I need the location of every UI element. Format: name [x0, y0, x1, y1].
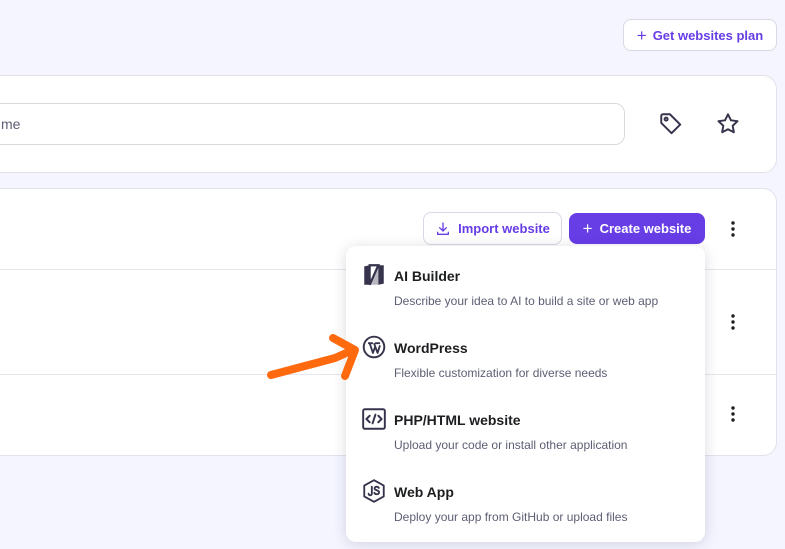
create-website-menu: AI Builder Describe your idea to AI to b… [346, 246, 705, 542]
more-options-icon[interactable] [723, 403, 743, 425]
plus-icon: + [582, 219, 593, 238]
download-icon [437, 221, 450, 235]
create-website-button[interactable]: + Create website [569, 213, 705, 244]
menu-item-ai-builder[interactable]: AI Builder Describe your idea to AI to b… [346, 262, 705, 334]
code-icon [362, 408, 386, 430]
get-websites-plan-button[interactable]: + Get websites plan [623, 19, 777, 51]
ai-builder-title: AI Builder [394, 268, 461, 284]
search-input-value: me [1, 116, 21, 132]
more-options-icon[interactable] [723, 311, 743, 333]
ai-builder-icon [364, 264, 384, 286]
annotation-arrow-icon [267, 334, 359, 380]
import-website-button[interactable]: Import website [423, 212, 562, 245]
wordpress-description: Flexible customization for diverse needs [394, 366, 608, 380]
nodejs-icon [363, 479, 385, 503]
web-app-description: Deploy your app from GitHub or upload fi… [394, 510, 628, 524]
search-input[interactable]: me [0, 103, 625, 145]
plus-icon: + [636, 25, 647, 45]
php-html-title: PHP/HTML website [394, 412, 521, 428]
menu-item-wordpress[interactable]: WordPress Flexible customization for div… [346, 334, 705, 406]
wordpress-title: WordPress [394, 340, 468, 356]
menu-item-web-app[interactable]: Web App Deploy your app from GitHub or u… [346, 478, 705, 549]
web-app-title: Web App [394, 484, 454, 500]
ai-builder-description: Describe your idea to AI to build a site… [394, 294, 659, 308]
more-options-icon[interactable] [723, 218, 743, 240]
tag-icon[interactable] [658, 111, 684, 137]
php-html-description: Upload your code or install other applic… [394, 438, 628, 452]
get-websites-plan-label: Get websites plan [652, 27, 764, 43]
import-website-label: Import website [458, 221, 550, 236]
create-website-label: Create website [599, 221, 692, 236]
menu-item-php-html[interactable]: PHP/HTML website Upload your code or ins… [346, 406, 705, 478]
star-icon[interactable] [715, 111, 741, 137]
